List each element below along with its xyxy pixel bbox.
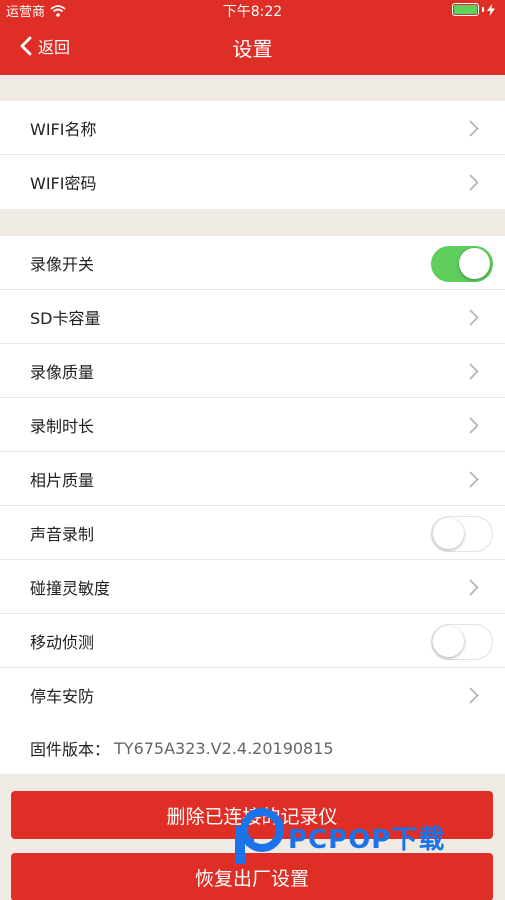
firmware-value: TY675A323.V2.4.20190815 bbox=[114, 738, 334, 758]
charging-icon bbox=[487, 3, 495, 16]
settings-row[interactable]: 停车安防 bbox=[0, 668, 505, 722]
settings-row[interactable]: 碰撞灵敏度 bbox=[0, 560, 505, 614]
settings-row-label: 声音录制 bbox=[30, 524, 95, 544]
settings-row-label: 相片质量 bbox=[30, 470, 95, 490]
toggle-switch[interactable] bbox=[431, 516, 493, 552]
chevron-right-icon bbox=[469, 579, 479, 596]
toggle-switch[interactable] bbox=[431, 624, 493, 660]
toggle-knob bbox=[433, 626, 464, 657]
chevron-right-icon bbox=[469, 174, 479, 191]
battery-icon bbox=[452, 3, 495, 16]
firmware-row: 固件版本： TY675A323.V2.4.20190815 bbox=[0, 722, 505, 774]
chevron-right-icon bbox=[469, 417, 479, 434]
settings-row-label: 录像质量 bbox=[30, 362, 95, 382]
page-title: 设置 bbox=[232, 37, 273, 61]
settings-row-label: WIFI名称 bbox=[30, 119, 97, 139]
toggle-knob bbox=[459, 248, 490, 279]
toggle-switch[interactable] bbox=[431, 246, 493, 282]
settings-row[interactable]: 相片质量 bbox=[0, 452, 505, 506]
settings-row[interactable]: SD卡容量 bbox=[0, 290, 505, 344]
settings-row[interactable]: 录制时长 bbox=[0, 398, 505, 452]
chevron-right-icon bbox=[469, 471, 479, 488]
settings-row[interactable]: WIFI名称 bbox=[0, 101, 505, 155]
chevron-right-icon bbox=[469, 363, 479, 380]
settings-row-label: 停车安防 bbox=[30, 687, 95, 706]
settings-row-label: 录像开关 bbox=[30, 254, 95, 274]
firmware-label: 固件版本： bbox=[30, 740, 111, 759]
status-bar: 运营商 下午8:22 bbox=[0, 0, 505, 20]
firmware-group: 固件版本： TY675A323.V2.4.20190815 bbox=[0, 722, 505, 774]
chevron-right-icon bbox=[469, 120, 479, 137]
factory-reset-button[interactable]: 恢复出厂设置 bbox=[11, 853, 493, 900]
toggle-knob bbox=[433, 518, 464, 549]
status-time: 下午8:22 bbox=[222, 4, 283, 20]
chevron-right-icon bbox=[469, 309, 479, 326]
settings-row-label: 碰撞灵敏度 bbox=[30, 578, 111, 598]
nav-bar: 返回 设置 bbox=[0, 20, 505, 75]
header: 运营商 下午8:22 返回 设置 bbox=[0, 0, 505, 75]
chevron-right-icon bbox=[469, 687, 479, 704]
settings-row[interactable]: 移动侦测 bbox=[0, 614, 505, 668]
settings-row[interactable]: 声音录制 bbox=[0, 506, 505, 560]
settings-row-label: 录制时长 bbox=[30, 416, 95, 436]
settings-row[interactable]: WIFI密码 bbox=[0, 155, 505, 209]
battery-fill bbox=[454, 5, 477, 14]
delete-recorder-button[interactable]: 删除已连接的记录仪 bbox=[11, 791, 493, 839]
wifi-settings-group: WIFI名称 WIFI密码 bbox=[0, 101, 505, 209]
recorder-settings-group: 录像开关 SD卡容量录像质量录制时长相片质量声音录制碰撞灵敏度移动侦测停车安防 bbox=[0, 236, 505, 722]
settings-row-label: SD卡容量 bbox=[30, 308, 101, 328]
settings-row[interactable]: 录像质量 bbox=[0, 344, 505, 398]
settings-row-label: 移动侦测 bbox=[30, 632, 95, 652]
settings-row-label: WIFI密码 bbox=[30, 174, 97, 193]
settings-row[interactable]: 录像开关 bbox=[0, 236, 505, 290]
